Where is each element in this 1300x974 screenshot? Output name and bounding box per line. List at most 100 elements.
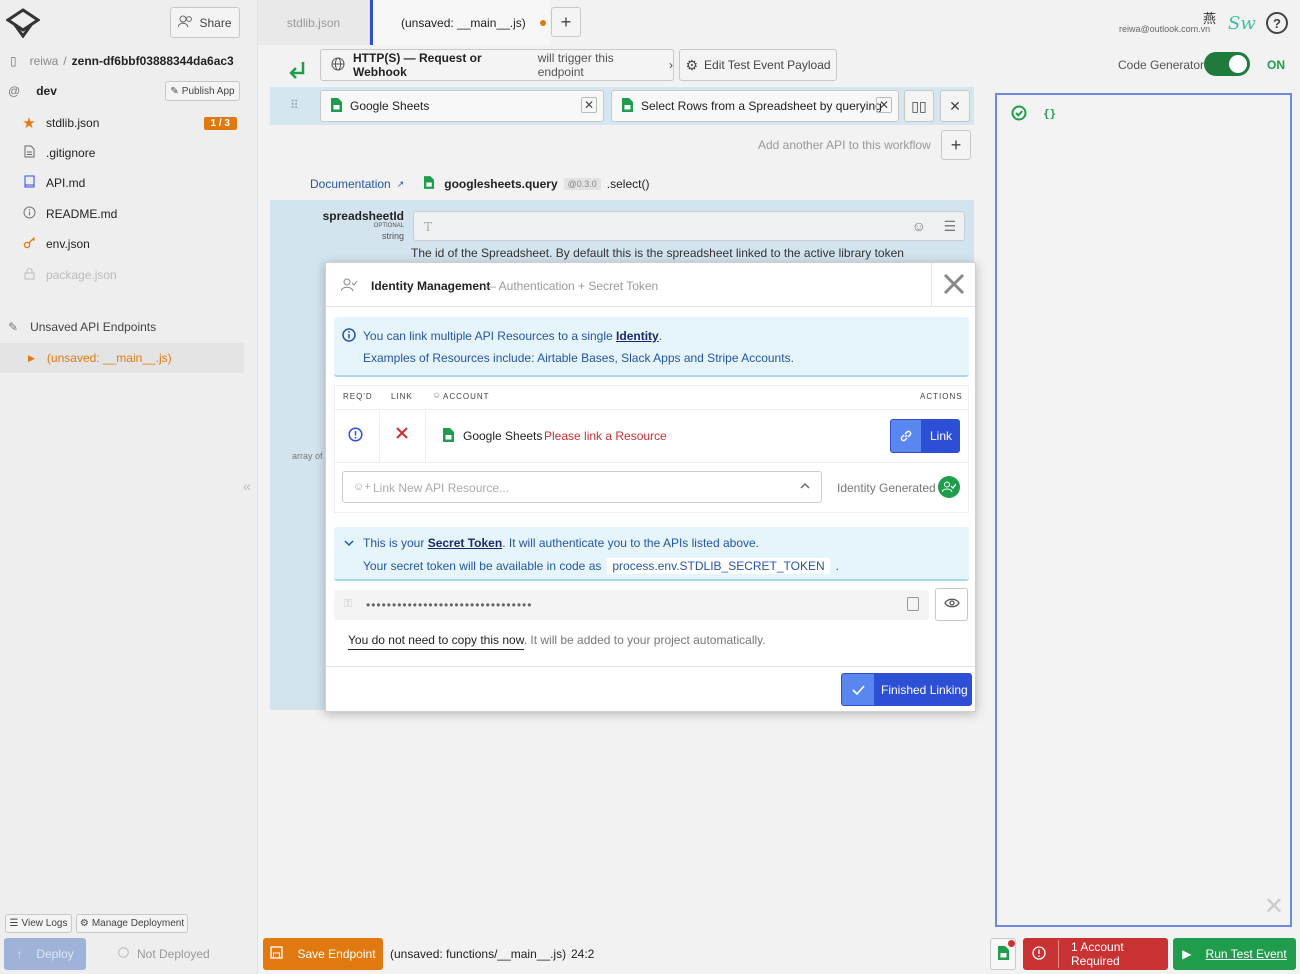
reveal-token-button[interactable]	[935, 588, 968, 621]
file-item-stdlib-json[interactable]: ★ stdlib.json 1 / 3	[22, 114, 237, 132]
param-optional: OPTIONAL	[373, 223, 404, 229]
new-tab-button[interactable]: +	[551, 7, 581, 37]
unsaved-section-header: ✎ Unsaved API Endpoints	[8, 320, 156, 334]
at-icon: @	[8, 84, 21, 98]
account-required-button[interactable]: 1 Account Required	[1023, 938, 1168, 970]
deploy-button[interactable]: ↑ Deploy	[4, 938, 86, 970]
identity-generated-label: Identity Generated	[837, 481, 936, 495]
user-plus-icon: ☺+	[353, 481, 371, 493]
close-icon[interactable]: ✕	[876, 97, 892, 113]
chevron-down-icon[interactable]	[343, 537, 355, 552]
token-mask: ••••••••••••••••••••••••••••••••	[366, 598, 533, 612]
breadcrumb-project[interactable]: zenn-df6bbf03888344da6ac3	[72, 54, 234, 68]
caret-right-icon: ▶	[28, 352, 35, 363]
run-test-event-button[interactable]: ▶ Run Test Event	[1173, 938, 1296, 970]
file-name: package.json	[46, 268, 117, 282]
user-icon: ☺	[432, 390, 442, 400]
env-label[interactable]: dev	[36, 84, 57, 98]
add-api-button[interactable]: +	[941, 130, 971, 160]
info-circle-icon	[22, 206, 36, 222]
link-resource-button[interactable]: Link	[890, 419, 960, 453]
not-linked-x-icon	[396, 427, 408, 442]
plus-icon: +	[950, 134, 962, 155]
file-item-package-json[interactable]: package.json	[22, 267, 117, 283]
api-step-select-rows[interactable]: Select Rows from a Spreadsheet by queryi…	[611, 90, 899, 122]
cursor-position: 24:2	[571, 947, 595, 961]
code-generator-toggle[interactable]	[1204, 52, 1250, 76]
tab-unsaved-main[interactable]: (unsaved: __main__.js)	[370, 0, 550, 45]
emoji-icon[interactable]: ☺	[912, 218, 926, 234]
tab-stdlib-json[interactable]: stdlib.json	[258, 0, 370, 45]
pencil-icon: ✎	[8, 320, 19, 334]
documentation-link[interactable]: Documentation	[310, 177, 391, 191]
edit-test-event-payload-button[interactable]: ⚙ Edit Test Event Payload	[679, 49, 837, 81]
drag-handle-icon[interactable]: ⠿	[290, 98, 299, 112]
key-icon: ⚿	[344, 598, 353, 610]
close-icon[interactable]: ✕	[581, 97, 597, 113]
save-icon	[270, 946, 284, 962]
view-logs-button[interactable]: ☰ View Logs	[5, 914, 72, 933]
manage-deployment-label: Manage Deployment	[91, 918, 185, 929]
share-button[interactable]: Share	[170, 7, 240, 38]
info-line-1-text: You can link multiple API Resources to a…	[363, 329, 613, 343]
chain-link-icon	[891, 420, 921, 452]
unsaved-endpoint-item[interactable]: ▶ (unsaved: __main__.js)	[0, 343, 244, 373]
deploy-label: Deploy	[36, 947, 74, 961]
manage-deployment-button[interactable]: ⚙ Manage Deployment	[76, 914, 188, 933]
list-icon[interactable]: ☰	[943, 218, 956, 235]
finished-linking-button[interactable]: Finished Linking	[841, 673, 972, 706]
file-item-gitignore[interactable]: .gitignore	[22, 145, 95, 161]
array-of-label: array of	[292, 451, 323, 461]
identity-link[interactable]: Identity	[616, 329, 659, 343]
help-button[interactable]: ?	[1266, 12, 1288, 34]
breadcrumb-user[interactable]: reiwa	[30, 54, 59, 68]
modal-close-button[interactable]	[931, 263, 975, 307]
param-input-placeholder: T	[424, 220, 433, 234]
check-icon	[842, 674, 874, 705]
brand-logo: Sw	[1228, 13, 1256, 34]
file-name: .gitignore	[46, 146, 96, 160]
param-input[interactable]: T ☺ ☰	[413, 211, 965, 241]
copy-icon[interactable]	[907, 597, 919, 611]
sheets-status-button[interactable]	[990, 938, 1016, 970]
right-panel: 燕 reiwa@outlook.com.vn Sw ? Code Generat…	[985, 0, 1300, 974]
file-name: API.md	[46, 176, 86, 190]
save-endpoint-button[interactable]: Save Endpoint	[263, 938, 383, 970]
api-step-google-sheets[interactable]: Google Sheets ✕	[320, 90, 604, 122]
file-item-env-json[interactable]: env.json	[22, 236, 90, 252]
user-email[interactable]: reiwa@outlook.com.vn	[1119, 24, 1210, 34]
book-icon	[22, 175, 36, 191]
required-alert-icon	[348, 427, 363, 445]
close-steps-button[interactable]: ✕	[940, 90, 970, 122]
info-line-1-end: .	[658, 329, 663, 343]
file-item-api-md[interactable]: API.md	[22, 175, 85, 191]
code-output-panel: {} ✕	[995, 93, 1292, 927]
modal-header: Identity Management — Authentication + S…	[326, 263, 975, 307]
secret-token-link[interactable]: Secret Token	[428, 536, 502, 550]
info-circle-icon	[342, 328, 356, 345]
view-logs-label: View Logs	[21, 918, 68, 929]
trigger-selector[interactable]: HTTP(S) — Request or Webhook will trigge…	[320, 49, 674, 81]
external-link-icon: ↗	[396, 178, 405, 189]
check-circle-icon	[1011, 105, 1027, 124]
file-item-readme-md[interactable]: README.md	[22, 206, 117, 222]
key-icon	[22, 236, 36, 252]
finished-linking-label: Finished Linking	[881, 682, 968, 697]
col-link: LINK	[391, 392, 413, 401]
user-check-icon	[340, 278, 358, 295]
unsaved-dot-icon	[539, 19, 546, 26]
split-view-button[interactable]: ▯▯	[904, 90, 934, 122]
secret-line-1-prefix: This is your	[363, 536, 425, 550]
sheets-icon	[622, 97, 633, 115]
trigger-suffix: will trigger this endpoint	[537, 51, 614, 79]
collapse-left-icon[interactable]: «	[243, 478, 251, 494]
publish-app-button[interactable]: ✎ Publish App	[165, 81, 240, 101]
file-icon: ▯	[10, 54, 17, 68]
app-logo[interactable]	[5, 8, 41, 39]
api-step-label: Select Rows from a Spreadsheet by queryi…	[641, 99, 882, 113]
play-icon: ▶	[1182, 947, 1192, 961]
secret-token-field[interactable]: ⚿ ••••••••••••••••••••••••••••••••	[334, 590, 929, 620]
modal-subtitle: — Authentication + Secret Token	[484, 279, 659, 293]
close-icon[interactable]: ✕	[1264, 892, 1284, 921]
link-new-resource-select[interactable]: ☺+ Link New API Resource...	[342, 471, 822, 503]
